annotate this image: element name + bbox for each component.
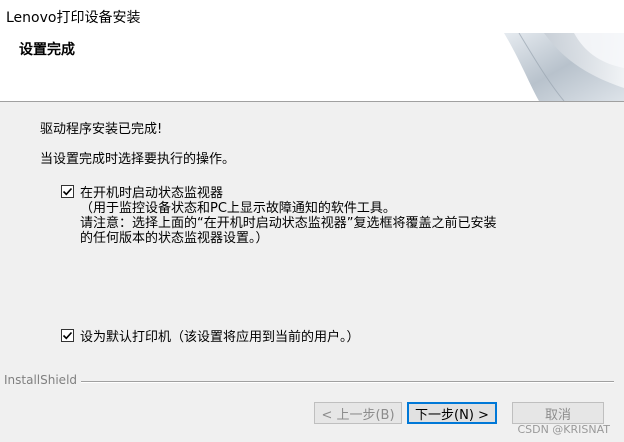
separator-line (76, 381, 614, 383)
window-title: Lenovo打印设备安装 (6, 10, 141, 26)
start-monitor-note: （用于监控设备状态和PC上显示故障通知的软件工具。 请注意：选择上面的“在开机时… (80, 201, 496, 246)
start-monitor-checkbox[interactable] (61, 185, 74, 198)
checkmark-icon (62, 331, 73, 340)
installshield-separator: InstallShield (0, 373, 624, 387)
page-heading: 设置完成 (19, 42, 75, 58)
cancel-button[interactable]: 取消 (512, 402, 604, 424)
note-line: 请注意：选择上面的“在开机时启动状态监视器”复选框将覆盖之前已安装 (80, 216, 497, 231)
status-text: 驱动程序安装已完成! (40, 122, 163, 137)
start-monitor-option[interactable]: 在开机时启动状态监视器 (61, 182, 223, 201)
note-line: 的任何版本的状态监视器设置。） (80, 231, 269, 246)
default-printer-checkbox[interactable] (61, 329, 74, 342)
title-bar: Lenovo打印设备安装 (0, 0, 624, 34)
checkmark-icon (62, 187, 73, 196)
instruction-text: 当设置完成时选择要执行的操作。 (40, 152, 236, 167)
installshield-label: InstallShield (4, 373, 82, 387)
next-button[interactable]: 下一步(N) > (407, 402, 497, 424)
page-curl-graphic (504, 33, 624, 101)
note-line: （用于监控设备状态和PC上显示故障通知的软件工具。 (80, 201, 396, 216)
default-printer-label: 设为默认打印机（该设置将应用到当前的用户。） (80, 330, 360, 345)
start-monitor-label: 在开机时启动状态监视器 (80, 186, 224, 201)
watermark-text: CSDN @KRISNAT (517, 423, 610, 436)
back-button[interactable]: < 上一步(B) (314, 402, 402, 424)
header-banner: 设置完成 (0, 33, 624, 102)
default-printer-option[interactable]: 设为默认打印机（该设置将应用到当前的用户。） (61, 326, 360, 345)
